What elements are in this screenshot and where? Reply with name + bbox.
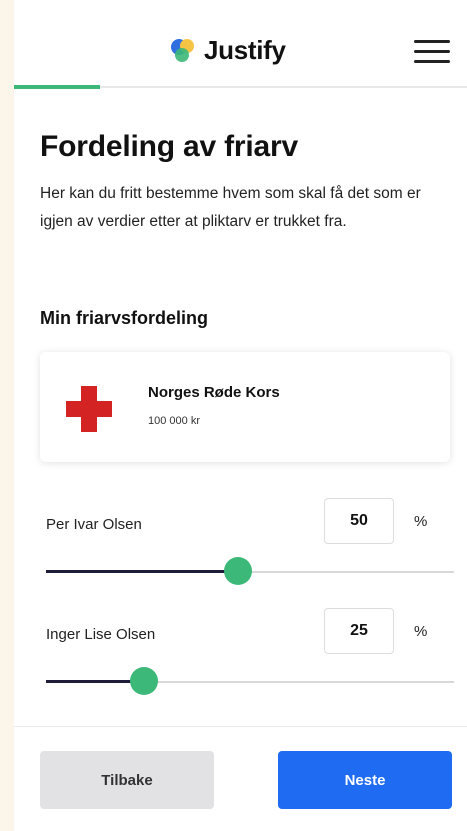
slider-fill <box>46 570 238 573</box>
charity-name: Norges Røde Kors <box>148 384 280 401</box>
logo[interactable]: Justify <box>168 34 286 66</box>
intro-section: Fordeling av friarv Her kan du fritt bes… <box>40 130 440 236</box>
step-progress-bar <box>14 85 100 89</box>
percent-sign: % <box>414 623 428 640</box>
intro-text: Her kan du fritt bestemme hvem som skal … <box>40 185 421 230</box>
percent-input[interactable] <box>324 608 394 654</box>
app-screen: Justify Fordeling av friarv Her kan du f… <box>14 0 467 831</box>
justify-logo-icon <box>171 39 194 62</box>
heir-allocation: Per Ivar Olsen % <box>46 498 458 588</box>
percent-sign: % <box>414 513 428 530</box>
red-cross-icon <box>66 386 112 432</box>
page-title: Fordeling av friarv <box>40 130 298 163</box>
slider-thumb[interactable] <box>130 667 158 695</box>
heir-allocation: Inger Lise Olsen % <box>46 608 458 698</box>
footer-actions: Tilbake Neste <box>14 726 467 831</box>
section-title: Min friarvsfordeling <box>40 308 209 328</box>
top-bar: Justify <box>14 0 467 88</box>
hamburger-menu-icon[interactable] <box>414 40 450 64</box>
percent-input[interactable] <box>324 498 394 544</box>
heir-name: Inger Lise Olsen <box>46 626 156 643</box>
app-name: Justify <box>204 34 286 65</box>
slider-thumb[interactable] <box>224 557 252 585</box>
charity-amount: 100 000 kr <box>148 415 200 427</box>
next-button[interactable]: Neste <box>278 751 452 809</box>
charity-card[interactable]: Norges Røde Kors 100 000 kr <box>40 352 450 462</box>
heir-name: Per Ivar Olsen <box>46 516 142 533</box>
back-button[interactable]: Tilbake <box>40 751 214 809</box>
